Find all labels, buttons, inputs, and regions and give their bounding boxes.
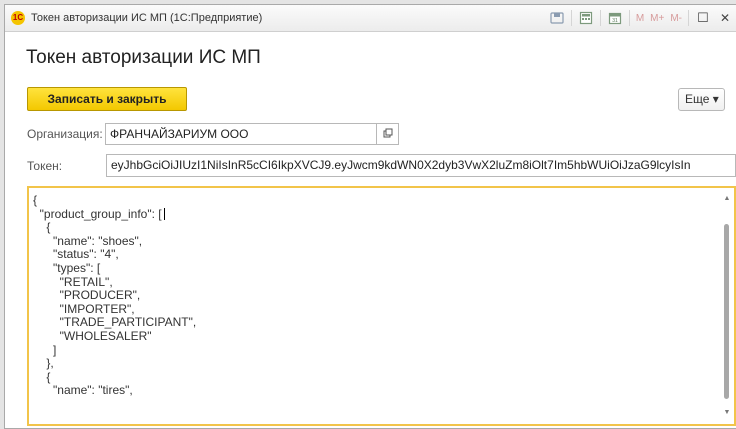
text-caret [163, 207, 165, 220]
token-field[interactable]: eyJhbGciOiJIUzI1NiIsInR5cCI6IkpXVCJ9.eyJ… [106, 154, 736, 177]
organization-field[interactable]: ФРАНЧАЙЗАРИУМ ООО [105, 123, 377, 145]
token-label: Токен: [27, 159, 63, 173]
code-line: "status": "4", [33, 247, 119, 262]
title-bar[interactable]: 1С Токен авторизации ИС МП (1С:Предприят… [5, 5, 736, 32]
code-line: }, [33, 356, 54, 371]
restore-window-icon[interactable]: ☐ [694, 9, 712, 27]
code-line: "name": "shoes", [33, 233, 143, 248]
code-line: "PRODUCER", [33, 288, 141, 303]
memory-add-button[interactable]: M+ [650, 13, 664, 24]
vertical-scrollbar[interactable]: ▲ ▼ [722, 194, 732, 418]
toolbar-separator [688, 10, 689, 26]
calculator-icon[interactable] [577, 9, 595, 27]
code-line: "WHOLESALER" [33, 328, 152, 343]
code-line: ] [33, 342, 57, 357]
more-menu-button[interactable]: Еще ▾ [678, 88, 725, 111]
close-icon[interactable]: ✕ [716, 9, 734, 27]
code-line: { [33, 369, 51, 384]
code-line: "IMPORTER", [33, 301, 135, 316]
toolbar-separator [570, 10, 572, 26]
open-organization-button[interactable] [377, 123, 399, 145]
code-line: "RETAIL", [33, 274, 113, 289]
save-and-close-button[interactable]: Записать и закрыть [27, 87, 187, 111]
code-line: { [33, 193, 38, 207]
svg-text:31: 31 [612, 18, 618, 24]
code-line: "name": "tires", [33, 383, 133, 398]
app-1c-icon: 1С [11, 11, 25, 25]
code-line: "TRADE_PARTICIPANT", [33, 315, 197, 330]
memory-subtract-button[interactable]: M- [670, 13, 682, 24]
code-line: { [33, 220, 51, 235]
page-title: Токен авторизации ИС МП [26, 47, 261, 68]
json-editor[interactable]: { "product_group_info": [ { "name": "sho… [27, 186, 736, 426]
window-title: Токен авторизации ИС МП (1С:Предприятие) [31, 12, 263, 24]
memory-store-button[interactable]: M [636, 13, 644, 24]
title-toolbar: 31 M M+ M- ☐ ✕ [546, 8, 736, 28]
form-window: 1С Токен авторизации ИС МП (1С:Предприят… [4, 4, 736, 429]
code-line: "product_group_info": [ [33, 207, 196, 222]
organization-label: Организация: [27, 127, 103, 141]
toolbar-separator [599, 10, 601, 26]
json-text[interactable]: { "product_group_info": [ { "name": "sho… [33, 193, 197, 398]
open-link-icon [383, 125, 393, 143]
calendar-icon[interactable]: 31 [606, 9, 624, 27]
scroll-down-arrow-icon[interactable]: ▼ [722, 408, 732, 418]
toolbar-separator [628, 10, 630, 26]
scroll-up-arrow-icon[interactable]: ▲ [722, 194, 732, 204]
save-icon[interactable] [548, 9, 566, 27]
code-line: "types": [ [33, 260, 101, 275]
scrollbar-thumb[interactable] [724, 224, 729, 399]
